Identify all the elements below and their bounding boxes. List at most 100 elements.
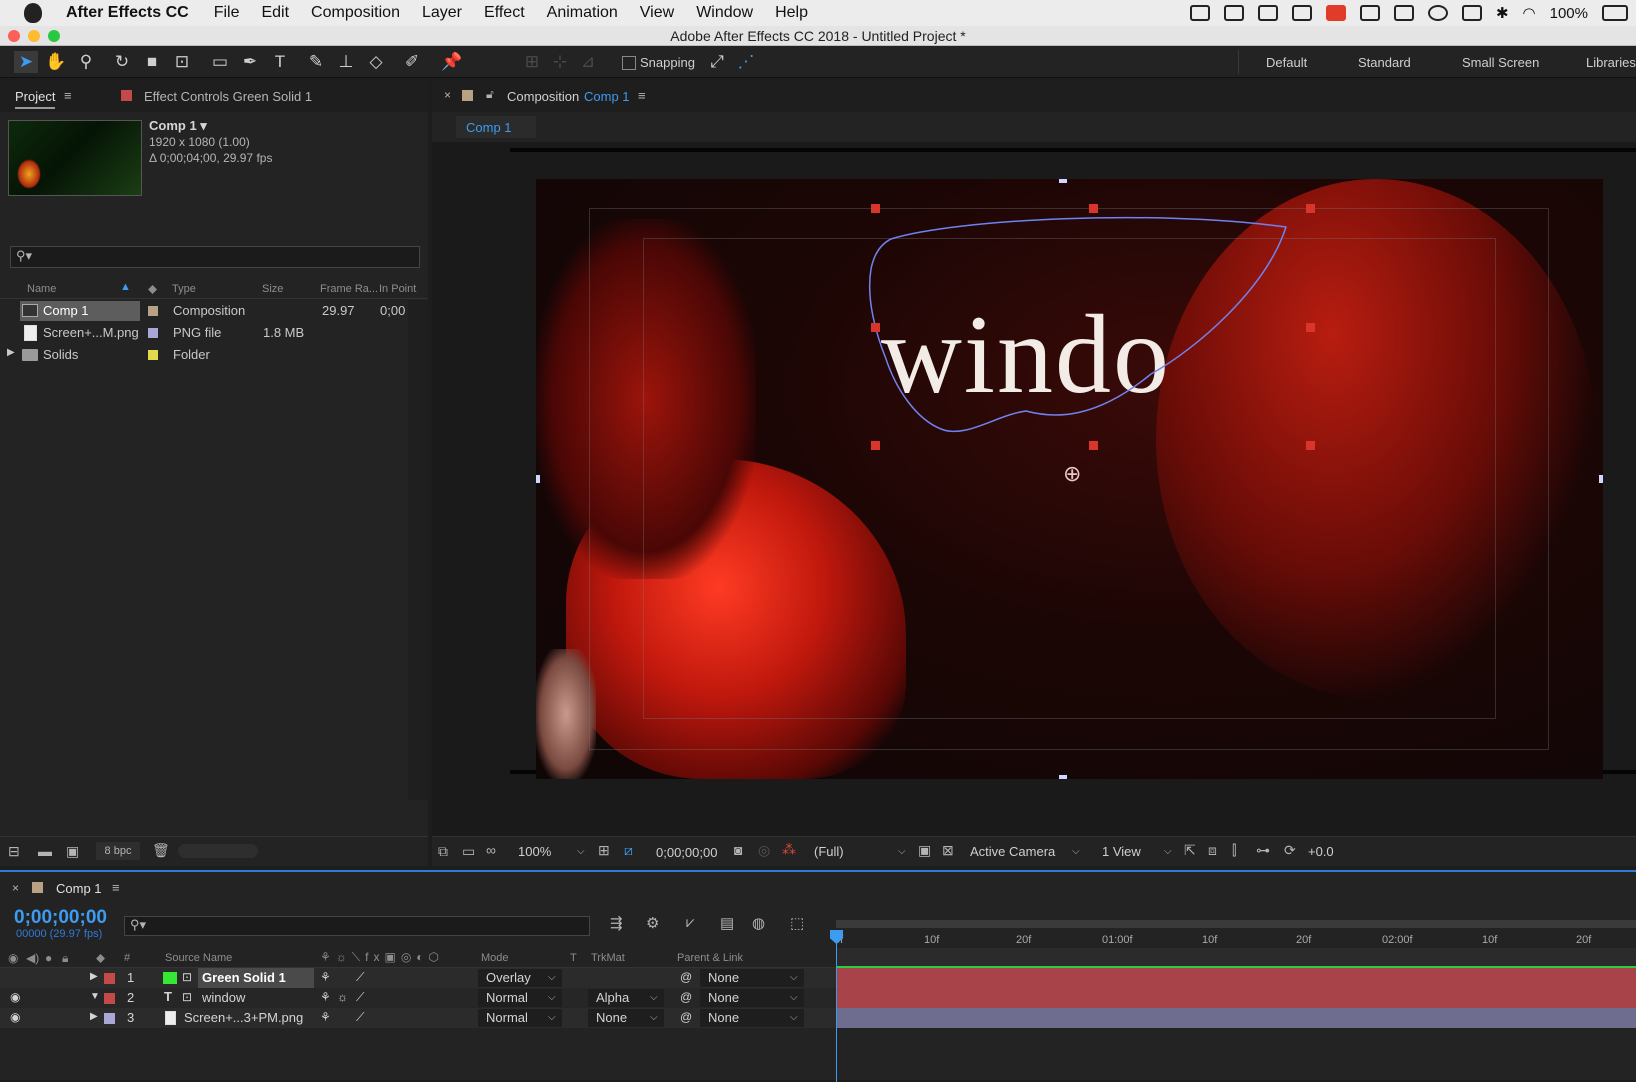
menu-file[interactable]: File xyxy=(203,0,251,26)
composition-tab-prefix[interactable]: Composition xyxy=(507,89,579,104)
mask-visibility-icon[interactable]: ⧄ xyxy=(624,842,633,859)
menu-help[interactable]: Help xyxy=(764,0,819,26)
airplay-icon[interactable] xyxy=(1461,5,1482,21)
menu-animation[interactable]: Animation xyxy=(536,0,629,26)
menu-window[interactable]: Window xyxy=(685,0,764,26)
label-swatch[interactable] xyxy=(148,328,158,338)
text-bbox-handle[interactable] xyxy=(871,323,880,332)
mode-dropdown[interactable]: Overlay ⌵ xyxy=(478,969,562,987)
display-icon[interactable] xyxy=(1393,5,1414,21)
text-bbox-handle[interactable] xyxy=(1306,323,1315,332)
label-swatch[interactable] xyxy=(148,350,158,360)
text-bbox-handle[interactable] xyxy=(1306,441,1315,450)
hand-tool-icon[interactable]: ✋ xyxy=(44,51,68,73)
frame-blending-icon[interactable]: ▤ xyxy=(720,914,734,932)
layer-name[interactable]: Green Solid 1 xyxy=(202,970,286,985)
creative-cloud-icon[interactable] xyxy=(1223,5,1244,21)
menu-app[interactable]: After Effects CC xyxy=(56,0,203,26)
shy-switch-icon[interactable]: ⚘ xyxy=(320,990,331,1004)
text-bbox-handle[interactable] xyxy=(871,204,880,213)
puppet-pin-tool-icon[interactable]: 📌 xyxy=(440,51,464,73)
comp-viewer[interactable]: windo ⊕ xyxy=(432,142,1636,842)
thumbnail-scrubber[interactable] xyxy=(178,844,258,858)
selection-tool-icon[interactable]: ➤ xyxy=(14,51,38,73)
layer-name[interactable]: window xyxy=(202,990,245,1005)
col-name[interactable]: Name xyxy=(27,283,56,295)
interpret-footage-icon[interactable]: ⊟ xyxy=(8,843,20,860)
eraser-tool-icon[interactable]: ◇ xyxy=(364,51,388,73)
composition-mini-flowchart-icon[interactable]: ⇶ xyxy=(610,914,623,932)
workspace-default[interactable]: Default xyxy=(1266,55,1307,70)
reset-exposure-icon[interactable]: ⟳ xyxy=(1284,842,1296,859)
timeline-search-input[interactable] xyxy=(124,916,590,936)
col-trkmat[interactable]: TrkMat xyxy=(591,952,625,964)
project-search-input[interactable] xyxy=(10,246,420,268)
anchor-point-icon[interactable]: ⊕ xyxy=(1063,461,1081,487)
panel-menu-icon[interactable]: ≡ xyxy=(64,88,72,103)
parent-dropdown[interactable]: None ⌵ xyxy=(700,969,804,987)
wifi-icon[interactable]: ◠ xyxy=(1523,4,1536,22)
comp-subtab[interactable]: Comp 1 xyxy=(456,116,536,138)
timeline-tab[interactable]: Comp 1 xyxy=(56,881,102,896)
mode-dropdown[interactable]: Normal ⌵ xyxy=(478,989,562,1007)
work-area-bar[interactable] xyxy=(836,920,1636,928)
zoom-dropdown[interactable]: 100% xyxy=(518,844,551,859)
pan-behind-tool-icon[interactable]: ⊡ xyxy=(170,51,194,73)
always-preview-icon[interactable]: ⧉ xyxy=(438,843,448,860)
new-folder-icon[interactable]: ▬ xyxy=(38,843,52,859)
lock-icon[interactable]: 🔓︎ xyxy=(486,87,494,102)
exposure-value[interactable]: +0.0 xyxy=(1308,844,1334,859)
snap-option-icon[interactable]: ⤢ xyxy=(705,51,729,73)
menu-composition[interactable]: Composition xyxy=(300,0,411,26)
quality-switch-icon[interactable]: ⟋ xyxy=(356,1010,364,1025)
project-scrollbar[interactable] xyxy=(408,300,428,800)
sort-asc-icon[interactable]: ▲ xyxy=(120,281,131,293)
graph-editor-icon[interactable]: ⬚ xyxy=(790,914,804,932)
quality-switch-icon[interactable]: ⟋ xyxy=(356,990,364,1005)
label-swatch[interactable] xyxy=(148,306,158,316)
solo-switch-icon[interactable]: ● xyxy=(45,951,52,965)
menu-layer[interactable]: Layer xyxy=(411,0,473,26)
dropbox-icon[interactable] xyxy=(1189,5,1210,21)
close-window-button[interactable] xyxy=(8,30,20,42)
trkmat-dropdown[interactable]: None ⌵ xyxy=(588,1009,664,1027)
disclosure-triangle-open-icon[interactable]: ▼ xyxy=(90,991,100,1002)
col-mode[interactable]: Mode xyxy=(481,952,509,964)
rotation-tool-icon[interactable]: ↻ xyxy=(110,51,134,73)
show-snapshot-icon[interactable]: ◎ xyxy=(758,842,770,859)
layer-row-1[interactable]: ▶ 1 ⊡ Green Solid 1 ⚘ ⟋ Overlay ⌵ @ None… xyxy=(0,968,836,988)
playhead-line[interactable] xyxy=(836,930,837,1082)
disclosure-triangle-icon[interactable]: ▶ xyxy=(7,347,15,358)
layer-bar-3[interactable] xyxy=(836,1008,1636,1028)
workspace-small-screen[interactable]: Small Screen xyxy=(1462,55,1539,70)
roto-brush-tool-icon[interactable]: ✐ xyxy=(400,51,424,73)
label-tag-icon[interactable]: ⬥ xyxy=(148,281,157,297)
current-time[interactable]: 0;00;00;00 xyxy=(656,845,717,860)
layer-label-swatch[interactable] xyxy=(104,1013,115,1024)
project-item-solids[interactable]: ▶ Solids Folder xyxy=(0,344,428,366)
views-dropdown[interactable]: 1 View xyxy=(1102,844,1141,859)
type-tool-icon[interactable]: T xyxy=(268,51,292,73)
bit-depth-button[interactable]: 8 bpc xyxy=(96,842,140,860)
visibility-eye-icon[interactable]: ◉ xyxy=(10,990,20,1004)
world-axis-icon[interactable]: ⊹ xyxy=(548,51,572,73)
project-item-comp1[interactable]: Comp 1 Composition 29.97 0;00 ⊶ xyxy=(0,300,428,322)
time-machine-icon[interactable] xyxy=(1427,5,1448,21)
comp-canvas[interactable]: windo ⊕ xyxy=(536,179,1603,779)
layer-label-swatch[interactable] xyxy=(104,993,115,1004)
col-frame-rate[interactable]: Frame Ra... xyxy=(320,283,378,295)
col-num[interactable]: # xyxy=(124,952,130,964)
pick-whip-icon[interactable]: @ xyxy=(680,970,692,984)
text-bbox-handle[interactable] xyxy=(1306,204,1315,213)
collapse-switch-icon[interactable]: ☼ xyxy=(337,990,348,1004)
workspace-libraries[interactable]: Libraries xyxy=(1586,55,1636,70)
zoom-window-button[interactable] xyxy=(48,30,60,42)
composition-tab-name[interactable]: Comp 1 xyxy=(584,89,630,104)
tab-project[interactable]: Project xyxy=(15,89,56,109)
rectangle-tool-icon[interactable]: ▭ xyxy=(208,51,232,73)
view-axis-icon[interactable]: ⊿ xyxy=(576,51,600,73)
app-red-icon[interactable] xyxy=(1325,5,1346,21)
menu-view[interactable]: View xyxy=(629,0,685,26)
minimize-window-button[interactable] xyxy=(28,30,40,42)
flowchart-icon[interactable]: ⊶ xyxy=(1256,842,1270,859)
